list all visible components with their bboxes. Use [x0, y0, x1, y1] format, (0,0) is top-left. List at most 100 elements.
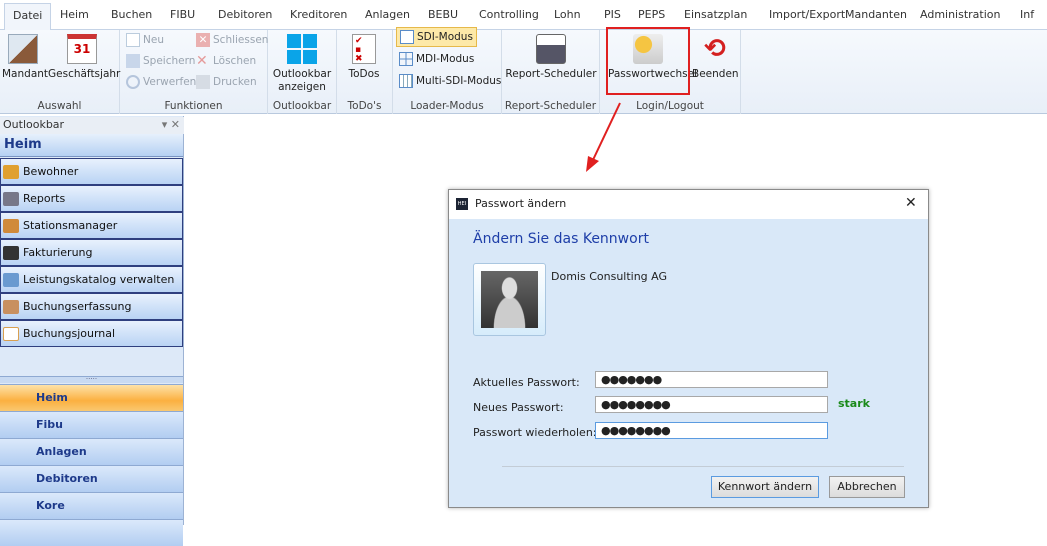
nav-anlagen[interactable]: Anlagen	[0, 438, 183, 465]
tab-peps[interactable]: PEPS	[638, 8, 665, 21]
close-window-icon: ✕	[196, 33, 210, 47]
annotation-arrow	[586, 102, 621, 172]
repeat-password-input[interactable]: ●●●●●●●●	[595, 422, 828, 439]
pin-close-icons[interactable]: ▾ ✕	[162, 118, 180, 131]
verwerfen-button[interactable]: Verwerfen	[126, 75, 196, 89]
undo-icon	[126, 75, 140, 89]
avatar	[473, 263, 546, 336]
tab-controlling[interactable]: Controlling	[479, 8, 539, 21]
mdi-modus-button[interactable]: MDI-Modus	[399, 52, 474, 66]
print-icon	[196, 75, 210, 89]
calendar-icon: 31	[67, 34, 97, 64]
group-loader-modus: SDI-Modus MDI-Modus Multi-SDI-Modus Load…	[393, 27, 502, 114]
sidebar-item-stationsmanager[interactable]: Stationsmanager	[0, 212, 183, 239]
dialog-heading: Ändern Sie das Kennwort	[473, 231, 649, 247]
sidebar-item-reports[interactable]: Reports	[0, 185, 183, 212]
new-password-label: Neues Passwort:	[473, 401, 564, 414]
close-icon[interactable]: ✕	[905, 195, 917, 211]
save-icon	[126, 54, 140, 68]
group-auswahl: Mandant 31 Geschäftsjahr Auswahl	[0, 30, 120, 114]
ribbon: Mandant 31 Geschäftsjahr Auswahl Neu Spei…	[0, 27, 1047, 114]
group-label: Outlookbar	[272, 100, 332, 112]
splitter-handle[interactable]: ·····	[0, 376, 183, 383]
people-icon	[3, 164, 19, 179]
tab-bebu[interactable]: BEBU	[428, 8, 458, 21]
tab-info[interactable]: Inf	[1020, 8, 1034, 21]
nav-kore[interactable]: Kore	[0, 492, 183, 519]
todos-button[interactable]: ✔ ▪ ✖ ToDos	[341, 34, 387, 81]
tab-einsatzplan[interactable]: Einsatzplan	[684, 8, 747, 21]
group-label: ToDo's	[347, 100, 382, 112]
catalog-icon	[3, 272, 19, 287]
nav-more[interactable]	[0, 519, 183, 546]
dialog-titlebar: HEI Passwort ändern ✕	[449, 190, 928, 219]
sidebar-item-bewohner[interactable]: Bewohner	[0, 158, 183, 185]
loeschen-button[interactable]: ✕ Löschen	[196, 54, 256, 68]
delete-icon: ✕	[196, 53, 208, 69]
group-todos: ✔ ▪ ✖ ToDos ToDo's	[337, 30, 393, 114]
sdi-icon	[400, 30, 414, 44]
cancel-button[interactable]: Abbrechen	[829, 476, 905, 498]
group-label: Funktionen	[164, 100, 223, 112]
drucken-button[interactable]: Drucken	[196, 75, 257, 89]
todo-list-icon: ✔ ▪ ✖	[352, 34, 376, 64]
windows-icon	[287, 34, 317, 64]
tab-debitoren[interactable]: Debitoren	[218, 8, 272, 21]
mdi-icon	[399, 52, 413, 66]
current-password-input[interactable]: ●●●●●●●	[595, 371, 828, 388]
nav-heim[interactable]: Heim	[0, 384, 183, 411]
tab-fibu[interactable]: FIBU	[170, 8, 195, 21]
user-silhouette-icon	[481, 271, 538, 328]
calculator-icon	[3, 245, 19, 260]
group-funktionen: Neu Speichern Verwerfen ✕ Schliessen ✕ Lös…	[120, 30, 268, 114]
tab-buchen[interactable]: Buchen	[111, 8, 152, 21]
group-label: Auswahl	[37, 100, 82, 112]
sidebar-item-leistungskatalog[interactable]: Leistungskatalog verwalten	[0, 266, 183, 293]
outlookbar-anzeigen-button[interactable]: Outlookbar anzeigen	[270, 34, 334, 94]
tab-mandanten[interactable]: Mandanten	[845, 8, 907, 21]
geschaeftsjahr-button[interactable]: 31 Geschäftsjahr	[48, 34, 120, 81]
mandant-button[interactable]: Mandant	[2, 34, 48, 81]
tab-kreditoren[interactable]: Kreditoren	[290, 8, 347, 21]
strength-indicator: stark	[838, 397, 870, 410]
company-name: Domis Consulting AG	[551, 270, 668, 283]
change-password-button[interactable]: Kennwort ändern	[711, 476, 819, 498]
tab-administration[interactable]: Administration	[920, 8, 1001, 21]
outlookbar-panel: Outlookbar ▾ ✕ Heim Bewohner Reports Stat…	[0, 116, 184, 546]
pen-icon	[3, 299, 19, 314]
divider	[502, 466, 904, 467]
new-password-input[interactable]: ●●●●●●●●	[595, 396, 828, 413]
tab-heim[interactable]: Heim	[60, 8, 89, 21]
section-title: Heim	[0, 134, 183, 157]
tab-pis[interactable]: PIS	[604, 8, 621, 21]
report-scheduler-button[interactable]: Report-Scheduler	[504, 34, 598, 81]
neu-button[interactable]: Neu	[126, 33, 164, 47]
repeat-password-label: Passwort wiederholen:	[473, 426, 597, 439]
tab-datei[interactable]: Datei	[4, 3, 52, 31]
beenden-button[interactable]: ⟲ Beenden	[692, 34, 739, 81]
tab-lohn[interactable]: Lohn	[554, 8, 581, 21]
tab-import-export[interactable]: Import/Export	[769, 8, 845, 21]
speichern-button[interactable]: Speichern	[126, 54, 195, 68]
sidebar-item-buchungserfassung[interactable]: Buchungserfassung	[0, 293, 183, 320]
app-icon: HEI	[456, 198, 468, 210]
tab-anlagen[interactable]: Anlagen	[365, 8, 410, 21]
new-document-icon	[126, 33, 140, 47]
dialog-title: Passwort ändern	[475, 197, 567, 210]
mandant-icon	[8, 34, 38, 64]
multi-sdi-modus-button[interactable]: Multi-SDI-Modus	[399, 74, 501, 88]
outlookbar-header: Outlookbar ▾ ✕	[0, 117, 184, 134]
schliessen-button[interactable]: ✕ Schliessen	[196, 33, 268, 47]
grid-icon	[399, 74, 413, 88]
group-outlookbar: Outlookbar anzeigen Outlookbar	[268, 30, 337, 114]
report-icon	[3, 191, 19, 206]
nav-debitoren[interactable]: Debitoren	[0, 465, 183, 492]
nav-fibu[interactable]: Fibu	[0, 411, 183, 438]
current-password-label: Aktuelles Passwort:	[473, 376, 580, 389]
sidebar-item-fakturierung[interactable]: Fakturierung	[0, 239, 183, 266]
sdi-modus-button[interactable]: SDI-Modus	[396, 27, 477, 47]
exit-icon: ⟲	[704, 34, 726, 64]
ribbon-tabs: Datei Heim Buchen FIBU Debitoren Kredito…	[0, 0, 1047, 31]
journal-icon	[3, 326, 19, 341]
sidebar-item-buchungsjournal[interactable]: Buchungsjournal	[0, 320, 183, 347]
